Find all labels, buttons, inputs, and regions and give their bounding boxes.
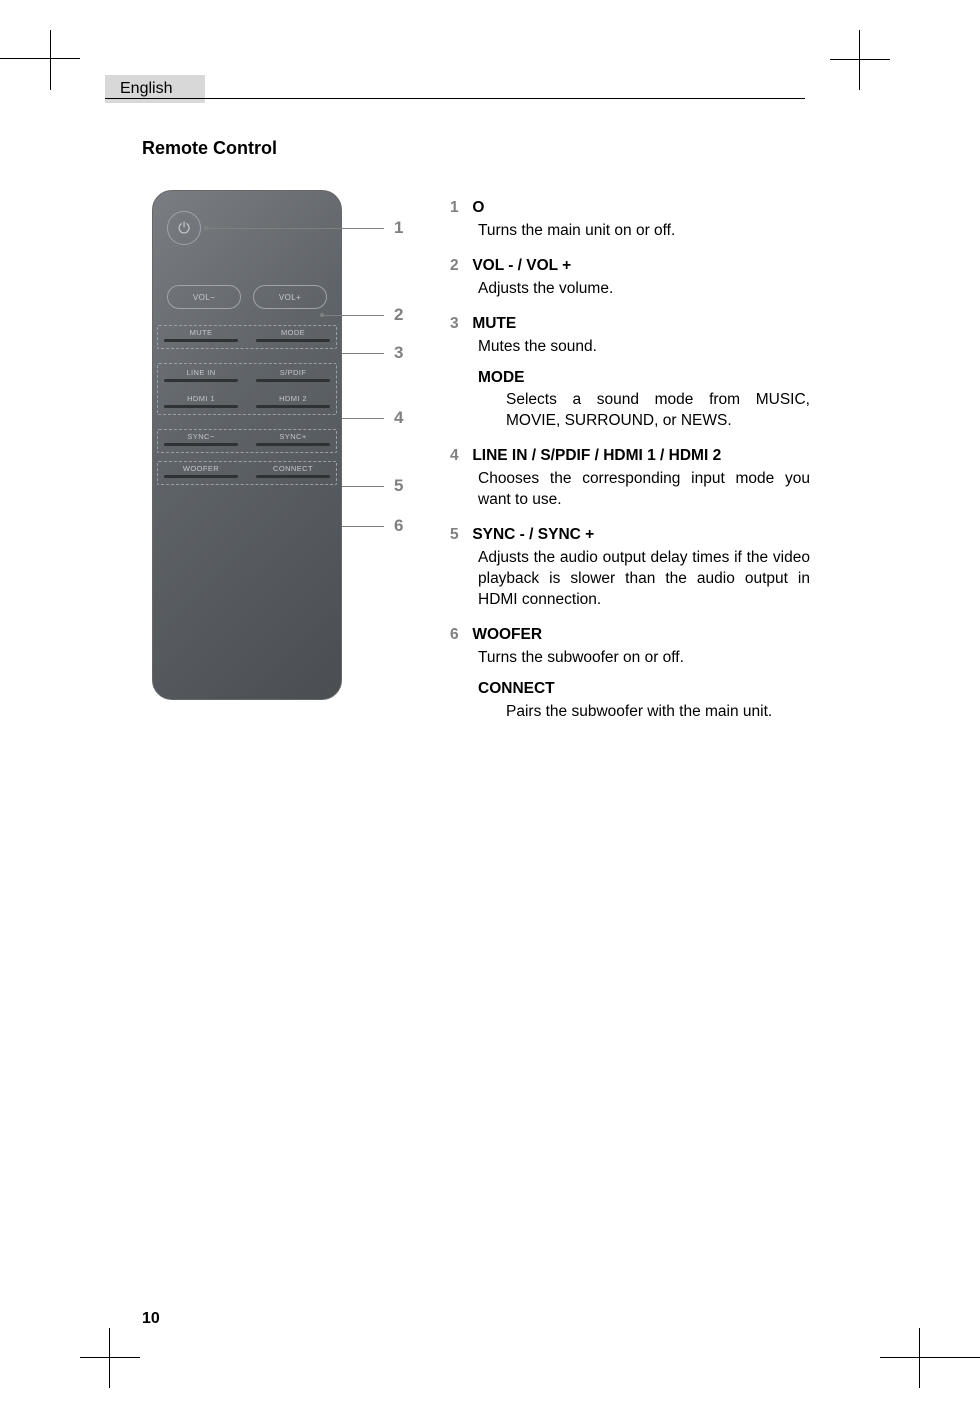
callout-6: 6 [394, 516, 403, 536]
desc-item-2: 2 VOL - / VOL + Adjusts the volume. [450, 256, 810, 300]
desc-item-5: 5 SYNC - / SYNC + Adjusts the audio outp… [450, 525, 810, 611]
callout-2: 2 [394, 305, 403, 325]
vol-plus-button: VOL+ [253, 285, 327, 309]
crop-mark-top-right [830, 30, 890, 90]
desc-item-1: 1 O Turns the main unit on or off. [450, 198, 810, 242]
linein-button: LINE IN [164, 368, 238, 382]
desc-item-3: 3 MUTE Mutes the sound. MODE Selects a s… [450, 314, 810, 433]
remote-control-illustration: ⏻ VOL− VOL+ MUTE MODE LINE IN S [152, 190, 442, 700]
desc-item-4: 4 LINE IN / S/PDIF / HDMI 1 / HDMI 2 Cho… [450, 446, 810, 511]
callout-3: 3 [394, 343, 403, 363]
group-woofer: WOOFER CONNECT [157, 461, 337, 485]
sync-plus-button: SYNC+ [256, 432, 330, 446]
spdif-button: S/PDIF [256, 368, 330, 382]
group-sync: SYNC− SYNC+ [157, 429, 337, 453]
desc-item-6-sub: CONNECT Pairs the subwoofer with the mai… [478, 679, 810, 723]
mute-button: MUTE [164, 328, 238, 342]
callout-4: 4 [394, 408, 403, 428]
vol-minus-button: VOL− [167, 285, 241, 309]
row-vol: VOL− VOL+ [167, 285, 327, 309]
sync-minus-button: SYNC− [164, 432, 238, 446]
callout-1: 1 [394, 218, 403, 238]
section-title: Remote Control [142, 138, 277, 159]
desc-item-3-sub: MODE Selects a sound mode from MUSIC, MO… [478, 368, 810, 433]
group-mute-mode: MUTE MODE [157, 325, 337, 349]
leader-line-2 [324, 315, 384, 316]
power-button: ⏻ [167, 211, 201, 245]
hdmi1-button: HDMI 1 [164, 394, 238, 408]
hdmi2-button: HDMI 2 [256, 394, 330, 408]
header-divider [105, 98, 805, 99]
leader-line-4 [342, 418, 384, 419]
woofer-button: WOOFER [164, 464, 238, 478]
crop-mark-top-left [0, 30, 80, 90]
power-icon: ⏻ [178, 220, 190, 237]
leader-line-1 [208, 228, 384, 229]
leader-line-6 [342, 526, 384, 527]
description-column: 1 O Turns the main unit on or off. 2 VOL… [450, 198, 810, 736]
callout-5: 5 [394, 476, 403, 496]
leader-line-5 [342, 486, 384, 487]
page-number: 10 [142, 1310, 160, 1328]
crop-mark-bottom-right [880, 1328, 980, 1388]
group-inputs: LINE IN S/PDIF HDMI 1 HDMI 2 [157, 363, 337, 415]
leader-line-3 [342, 353, 384, 354]
remote-body: ⏻ VOL− VOL+ MUTE MODE LINE IN S [152, 190, 342, 700]
desc-item-6: 6 WOOFER Turns the subwoofer on or off. … [450, 625, 810, 723]
crop-mark-bottom-left [80, 1328, 140, 1388]
connect-button: CONNECT [256, 464, 330, 478]
mode-button: MODE [256, 328, 330, 342]
